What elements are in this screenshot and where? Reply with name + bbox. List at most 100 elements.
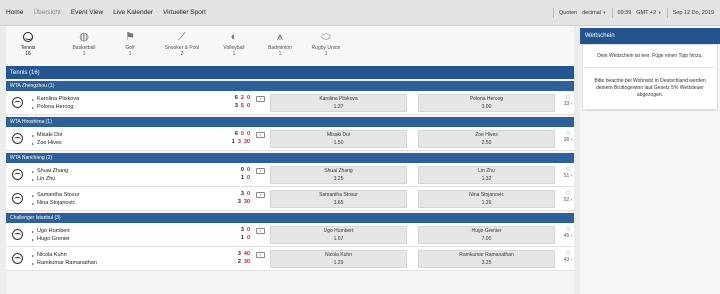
odds-label: Shuai Zhang: [324, 168, 353, 174]
league-header[interactable]: WTA Zhengzhou (1): [6, 81, 574, 91]
tennis-ball-icon: [12, 193, 23, 204]
player-1[interactable]: Misaki Doi: [37, 132, 212, 138]
main-content: Tennis 16 ◍ Basketball 1 ⚑ Golf 1 ⟋ Snoo…: [6, 26, 574, 294]
rugby-icon: ⬭: [321, 31, 331, 43]
sport-rugby[interactable]: ⬭ Rugby Union 1: [308, 30, 344, 57]
sport-basketball[interactable]: ◍ Basketball 1: [66, 30, 102, 57]
odds-label: Nicola Kuhn: [325, 252, 352, 258]
more-markets[interactable]: ☆ 33 ›: [562, 94, 574, 107]
score: 5: [240, 103, 244, 109]
odds-button[interactable]: Misaki Doi 1.50: [270, 130, 407, 148]
nav-virtual-sport[interactable]: Virtueller Sport: [163, 9, 206, 16]
stats-icon[interactable]: ≡: [256, 96, 265, 102]
more-markets[interactable]: ☆ 45 ›: [562, 226, 574, 239]
odds-button[interactable]: Hugo Grenier 7.00: [418, 226, 555, 244]
date-display: Sep 12 Do, 2019: [672, 9, 714, 16]
odds-button[interactable]: Nicola Kuhn 1.29: [270, 250, 407, 268]
stats-icon[interactable]: ≡: [256, 192, 265, 198]
more-markets[interactable]: ☆ 52 ›: [562, 190, 574, 203]
odds-label: Hugo Grenier: [471, 228, 502, 234]
player-2[interactable]: Polona Hercog: [37, 104, 212, 110]
odds-button[interactable]: Samantha Stosur 3.65: [270, 190, 407, 208]
player-2[interactable]: Hugo Grenier: [37, 236, 212, 242]
odds-button[interactable]: Zoe Hives 2.50: [418, 130, 555, 148]
league-header[interactable]: WTA Hiroshima (1): [6, 117, 574, 127]
more-markets[interactable]: ☆ 36 ›: [562, 130, 574, 143]
score: 0: [240, 131, 244, 137]
more-count: 43: [563, 257, 570, 263]
stats-icon[interactable]: ≡: [256, 252, 265, 258]
player-1[interactable]: Nicola Kuhn: [37, 252, 212, 258]
more-count: 45: [563, 233, 570, 239]
betslip-tax-note: Bitte beachte bei Wohnsitz in Deutschlan…: [585, 68, 715, 110]
player-1[interactable]: Shuai Zhang: [37, 168, 212, 174]
odds-button[interactable]: Ramkumar Ramanathan 3.25: [418, 250, 555, 268]
odds-label: Samantha Stosur: [319, 192, 358, 198]
odds-format-select[interactable]: decimal ▼: [582, 10, 606, 16]
odds-button[interactable]: Karolina Pliskova 1.37: [270, 94, 407, 112]
odds-label: Misaki Doi: [326, 132, 351, 138]
stats-icon[interactable]: ≡: [256, 168, 265, 174]
divider: [553, 7, 555, 18]
odds-label: Ramkumar Ramanathan: [459, 252, 514, 258]
nav-home[interactable]: Home: [6, 9, 23, 16]
player-2[interactable]: Lin Zhu: [37, 176, 212, 182]
more-count: 51: [563, 173, 570, 179]
match-row: ▸ Ugo Humbert ▸ Hugo Grenier 30 10 ≡ Ugo H…: [6, 223, 574, 247]
timezone-value: GMT +2: [636, 9, 657, 16]
timezone-select[interactable]: GMT +2 ▼: [636, 10, 661, 16]
more-count: 36: [563, 137, 570, 143]
more-markets[interactable]: ☆ 51 ›: [562, 166, 574, 179]
league-header[interactable]: WTA Nanchang (2): [6, 153, 574, 163]
tennis-ball-icon: [12, 169, 23, 180]
score: 6: [234, 131, 238, 137]
players: ▸ Nicola Kuhn ▸ Ramkumar Ramanathan: [32, 251, 212, 267]
score: 1: [240, 175, 244, 181]
match-row: ▸ Samantha Stosur ▸ Nina Stojanovic 30 3 30…: [6, 187, 574, 211]
player-2[interactable]: Zoe Hives: [37, 140, 212, 146]
betslip-header[interactable]: Wettschein: [580, 28, 720, 44]
star-icon[interactable]: ☆: [562, 190, 574, 197]
score: 0: [246, 167, 250, 173]
sport-snooker[interactable]: ⟋ Snooker & Pool 2: [158, 30, 206, 57]
sport-count: 16: [25, 51, 31, 57]
score: 0: [246, 227, 250, 233]
star-icon[interactable]: ☆: [562, 226, 574, 233]
player-1[interactable]: Ugo Humbert: [37, 228, 212, 234]
star-icon[interactable]: ☆: [562, 250, 574, 257]
stats-icon[interactable]: ≡: [256, 228, 265, 234]
league-header[interactable]: Challenger Istanbul (3): [6, 213, 574, 223]
odds-value: 1.26: [481, 200, 492, 206]
scoreboard: 3 40 2 30: [224, 251, 250, 267]
odds-format-label: Quoten: [559, 9, 578, 16]
sport-golf[interactable]: ⚑ Golf 1: [112, 30, 148, 57]
odds-button[interactable]: Nina Stojanovic 1.26: [418, 190, 555, 208]
odds-format-value: decimal: [582, 9, 602, 16]
odds-button[interactable]: Ugo Humbert 1.07: [270, 226, 407, 244]
sport-badminton[interactable]: ⩚ Badminton 1: [262, 30, 298, 57]
player-2[interactable]: Ramkumar Ramanathan: [37, 260, 212, 266]
odds-value: 1.50: [333, 140, 344, 146]
star-icon[interactable]: ☆: [562, 166, 574, 173]
player-2[interactable]: Nina Stojanovic: [37, 200, 212, 206]
nav-event-view[interactable]: Event View: [71, 9, 103, 16]
nav-overview[interactable]: Übersicht: [33, 9, 60, 16]
top-nav: Home Übersicht Event View Live Kalender …: [6, 9, 206, 16]
score: 30: [243, 259, 250, 265]
match-row: ▸ Nicola Kuhn ▸ Ramkumar Ramanathan 3 40 23…: [6, 247, 574, 271]
scoreboard: 600 1 3 30: [224, 131, 250, 147]
more-markets[interactable]: ☆ 43 ›: [562, 250, 574, 263]
section-header[interactable]: Tennis (16): [6, 66, 574, 79]
player-1[interactable]: Karolina Pliskova: [37, 96, 212, 102]
nav-live-calendar[interactable]: Live Kalender: [113, 9, 153, 16]
odds-button[interactable]: Polona Hercog 3.00: [418, 94, 555, 112]
sport-volleyball[interactable]: ◐ Volleyball 1: [216, 30, 252, 57]
sport-tennis[interactable]: Tennis 16: [10, 30, 46, 57]
odds-button[interactable]: Shuai Zhang 3.25: [270, 166, 407, 184]
star-icon[interactable]: ☆: [562, 94, 574, 101]
star-icon[interactable]: ☆: [562, 130, 574, 137]
player-1[interactable]: Samantha Stosur: [37, 192, 212, 198]
tennis-ball-icon: [12, 229, 23, 240]
stats-icon[interactable]: ≡: [256, 132, 265, 138]
odds-button[interactable]: Lin Zhu 1.32: [418, 166, 555, 184]
